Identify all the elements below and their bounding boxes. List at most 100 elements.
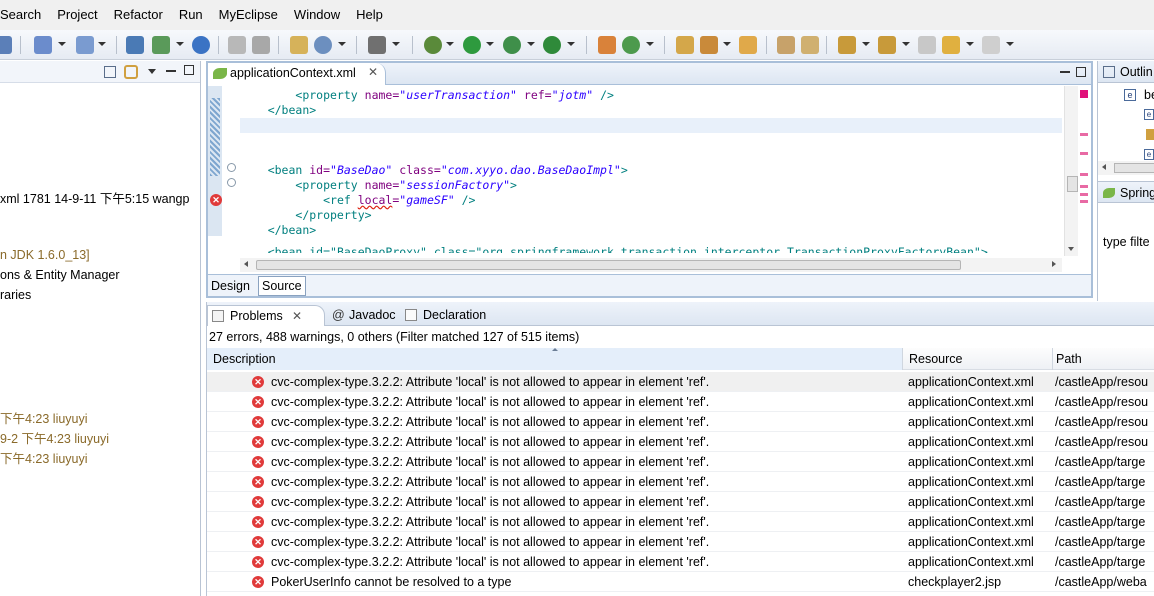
chevron-down-icon[interactable] (902, 42, 910, 46)
libraries-entry[interactable]: raries (0, 288, 31, 302)
tab-declaration[interactable]: Declaration (401, 305, 486, 326)
chevron-down-icon[interactable] (527, 42, 535, 46)
table-row[interactable]: ✕ cvc-complex-type.3.2.2: Attribute 'loca… (207, 532, 1154, 552)
table-row[interactable]: ✕ cvc-complex-type.3.2.2: Attribute 'loca… (207, 412, 1154, 432)
menu-myeclipse[interactable]: MyEclipse (211, 0, 286, 30)
link-editor-icon[interactable] (124, 65, 138, 79)
view-menu-icon[interactable] (148, 69, 156, 74)
table-row[interactable]: ✕ cvc-complex-type.3.2.2: Attribute 'loca… (207, 452, 1154, 472)
spring-title[interactable]: Spring (1120, 186, 1154, 200)
close-icon[interactable]: ✕ (292, 306, 302, 326)
tab-problems[interactable]: Problems ✕ (207, 305, 325, 326)
code-line[interactable]: </bean> (240, 103, 316, 118)
new-class-icon[interactable] (598, 36, 616, 54)
code-line[interactable]: <bean id="BaseDao" class="com.xyyo.dao.B… (240, 163, 628, 178)
commit-entry[interactable]: 下午4:23 liuyuyi (0, 408, 88, 427)
external-tools-icon[interactable] (543, 36, 561, 54)
tab-application-context[interactable]: applicationContext.xml ✕ (208, 63, 386, 85)
horizontal-scrollbar[interactable] (240, 258, 1062, 272)
table-row[interactable]: ✕ PokerUserInfo cannot be resolved to a t… (207, 572, 1154, 592)
last-edit-icon[interactable] (918, 36, 936, 54)
filter-input[interactable]: type filte (1103, 235, 1150, 249)
chevron-down-icon[interactable] (646, 42, 654, 46)
copy-icon[interactable] (228, 36, 246, 54)
table-row[interactable]: ✕ cvc-complex-type.3.2.2: Attribute 'loca… (207, 492, 1154, 512)
minimize-icon[interactable] (166, 70, 176, 72)
code-line[interactable]: <bean id="BaseDaoProxy" class="org.sprin… (240, 245, 988, 253)
scrollbar-thumb[interactable] (256, 260, 961, 270)
element-icon[interactable]: e (1144, 109, 1154, 120)
globe-icon[interactable] (192, 36, 210, 54)
chevron-down-icon[interactable] (338, 42, 346, 46)
open-folder-icon[interactable] (676, 36, 694, 54)
commit-entry[interactable]: 下午4:23 liuyuyi (0, 448, 88, 467)
menu-search[interactable]: Search (0, 0, 49, 30)
annotation-icon[interactable] (777, 36, 795, 54)
code-line[interactable]: <property name="sessionFactory"> (240, 178, 517, 193)
column-description[interactable]: Description (207, 348, 903, 370)
collapse-all-icon[interactable] (104, 66, 116, 78)
scroll-down-icon[interactable] (1068, 247, 1074, 251)
new-wizard-icon[interactable] (34, 36, 52, 54)
server-icon[interactable] (152, 36, 170, 54)
browser-icon[interactable] (314, 36, 332, 54)
chevron-down-icon[interactable] (392, 42, 400, 46)
task-icon[interactable] (801, 36, 819, 54)
overview-mark[interactable] (1080, 200, 1088, 203)
outline-title[interactable]: Outlin (1120, 65, 1153, 79)
table-row[interactable]: ✕ cvc-complex-type.3.2.2: Attribute 'loca… (207, 432, 1154, 452)
forward-arrow-icon[interactable] (982, 36, 1000, 54)
jdk-entry[interactable]: n JDK 1.6.0_13] (0, 248, 90, 262)
next-annotation-icon[interactable] (838, 36, 856, 54)
attribute-icon[interactable] (1146, 129, 1154, 140)
chevron-down-icon[interactable] (58, 42, 66, 46)
column-path[interactable]: Path (1053, 348, 1154, 370)
toolbar-db-icon[interactable] (0, 36, 12, 54)
code-line[interactable]: <property name="userTransaction" ref="jo… (240, 88, 614, 103)
open-type-icon[interactable] (76, 36, 94, 54)
scrollbar-thumb[interactable] (1114, 163, 1154, 173)
chevron-down-icon[interactable] (862, 42, 870, 46)
chevron-down-icon[interactable] (723, 42, 731, 46)
menu-help[interactable]: Help (348, 0, 391, 30)
new-package-icon[interactable] (622, 36, 640, 54)
close-icon[interactable]: ✕ (368, 65, 378, 79)
pencil-icon[interactable] (700, 36, 718, 54)
overview-mark[interactable] (1080, 133, 1088, 136)
fold-toggle-icon[interactable] (227, 163, 236, 172)
chevron-down-icon[interactable] (1006, 42, 1014, 46)
scroll-left-icon[interactable] (244, 261, 248, 267)
table-row[interactable]: ✕ cvc-complex-type.3.2.2: Attribute 'loca… (207, 552, 1154, 572)
scrollbar-thumb[interactable] (1067, 176, 1078, 192)
debug-icon[interactable] (424, 36, 442, 54)
paste-icon[interactable] (252, 36, 270, 54)
chevron-down-icon[interactable] (486, 42, 494, 46)
run-icon[interactable] (463, 36, 481, 54)
element-icon[interactable]: e (1144, 149, 1154, 160)
overview-mark[interactable] (1080, 173, 1088, 176)
chevron-down-icon[interactable] (567, 42, 575, 46)
horizontal-scrollbar[interactable] (1098, 161, 1154, 175)
menu-window[interactable]: Window (286, 0, 348, 30)
overview-mark[interactable] (1080, 185, 1088, 188)
commit-entry[interactable]: 9-2 下午4:23 liuyuyi (0, 428, 109, 447)
menu-project[interactable]: Project (49, 0, 105, 30)
table-row[interactable]: ✕ cvc-complex-type.3.2.2: Attribute 'loca… (207, 472, 1154, 492)
code-line[interactable]: </property> (240, 208, 371, 223)
camera-icon[interactable] (368, 36, 386, 54)
menu-refactor[interactable]: Refactor (106, 0, 171, 30)
overview-mark[interactable] (1080, 152, 1088, 155)
chevron-down-icon[interactable] (176, 42, 184, 46)
tab-javadoc[interactable]: @ Javadoc (327, 305, 396, 326)
code-line[interactable]: </bean> (240, 223, 316, 238)
table-row[interactable]: ✕ cvc-complex-type.3.2.2: Attribute 'loca… (207, 392, 1154, 412)
back-arrow-icon[interactable] (942, 36, 960, 54)
entity-manager-entry[interactable]: ons & Entity Manager (0, 268, 120, 282)
menu-run[interactable]: Run (171, 0, 211, 30)
chevron-down-icon[interactable] (966, 42, 974, 46)
history-entry[interactable]: xml 1781 14-9-11 下午5:15 wangp (0, 188, 189, 207)
vertical-scrollbar[interactable] (1064, 86, 1078, 256)
chevron-down-icon[interactable] (98, 42, 106, 46)
minimize-icon[interactable] (1060, 71, 1070, 73)
outline-item[interactable]: be (1144, 88, 1154, 102)
